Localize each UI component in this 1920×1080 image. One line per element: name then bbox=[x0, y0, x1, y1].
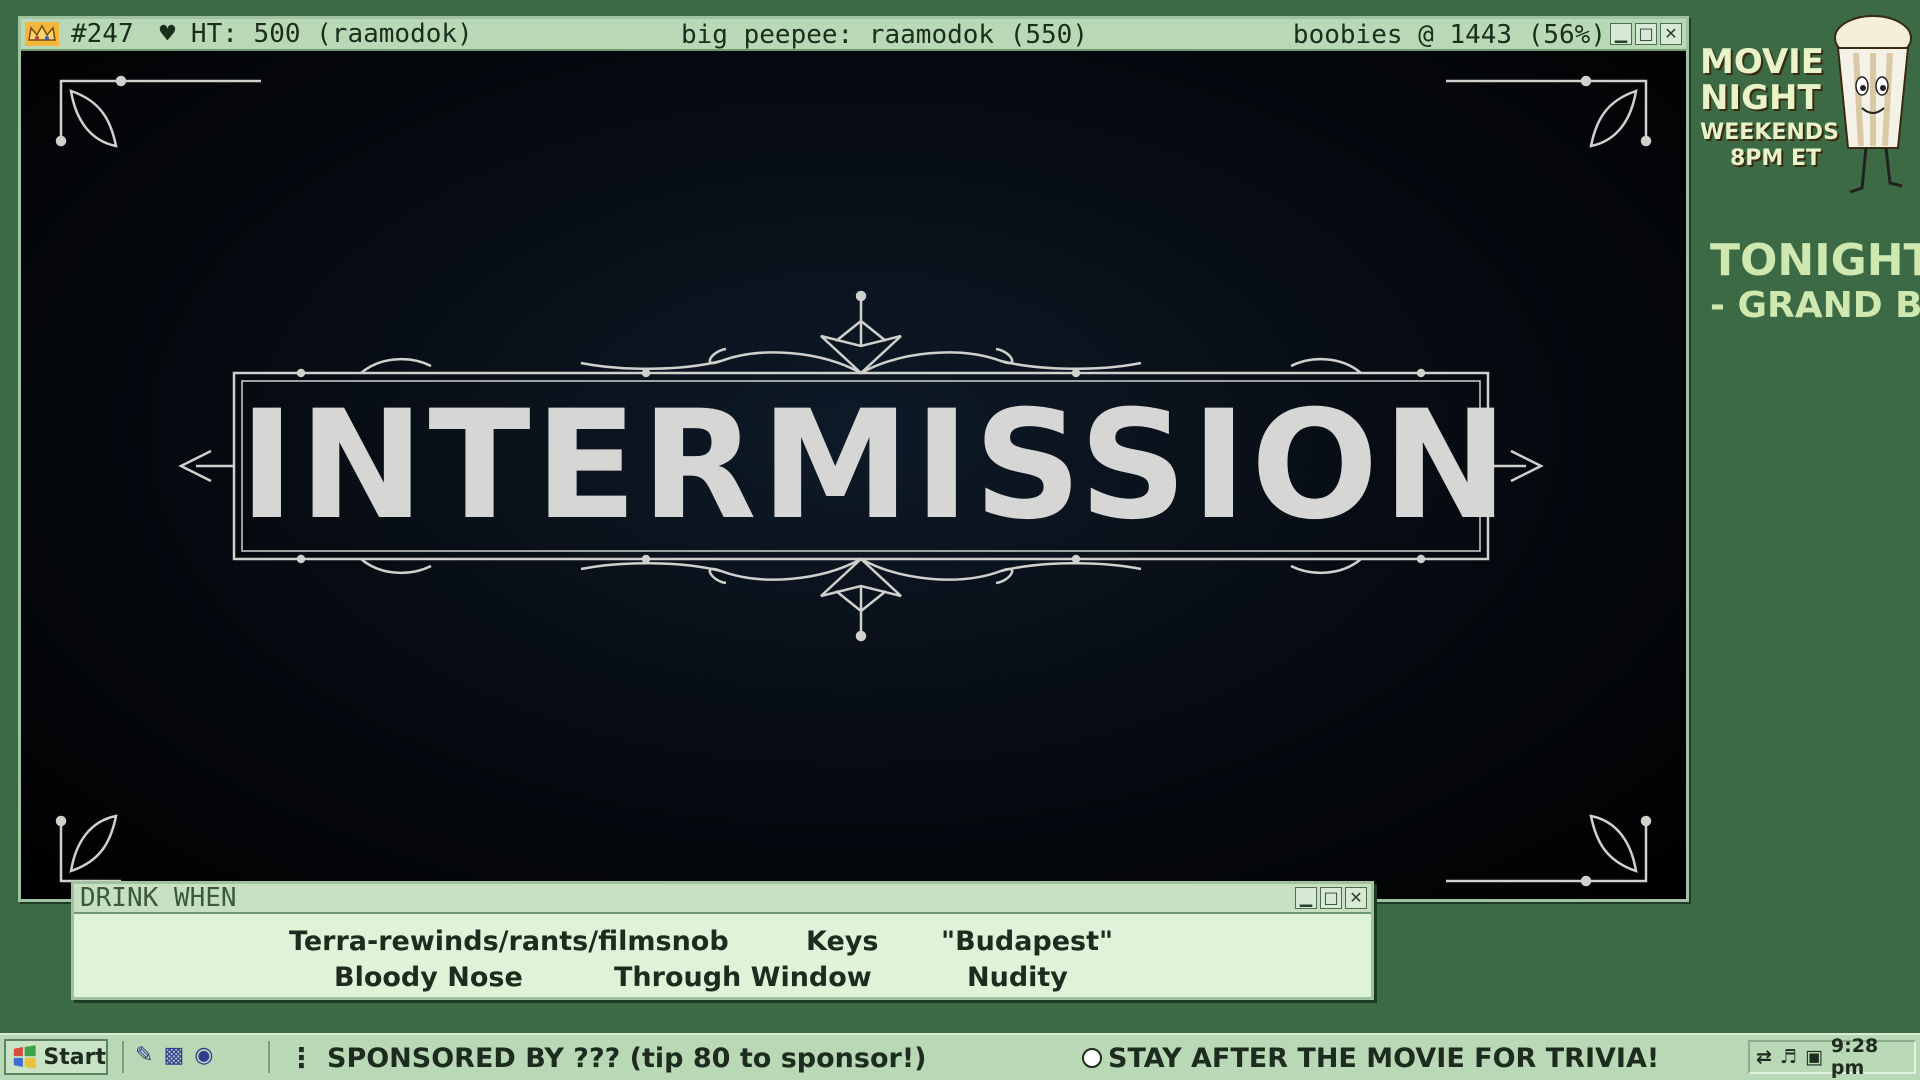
minimize-button[interactable]: ▁ bbox=[1610, 23, 1632, 45]
close-icon: ✕ bbox=[1664, 24, 1678, 43]
drink-maximize-button[interactable]: □ bbox=[1320, 887, 1342, 909]
bullet-icon bbox=[1082, 1048, 1102, 1068]
sponsor-text: SPONSORED BY ??? (tip 80 to sponsor!) bbox=[327, 1042, 927, 1074]
trivia-text: STAY AFTER THE MOVIE FOR TRIVIA! bbox=[1108, 1042, 1660, 1074]
video-frame: INTERMISSION bbox=[21, 51, 1686, 899]
desktop-icon[interactable]: ▩ bbox=[163, 1043, 184, 1068]
maximize-icon: □ bbox=[1323, 888, 1339, 907]
quick-launch: ✎ ▩ ◉ bbox=[135, 1043, 213, 1068]
system-tray: ⇄ ♬ ▣ 9:28 pm bbox=[1748, 1035, 1916, 1079]
network-icon[interactable]: ⇄ bbox=[1756, 1046, 1772, 1068]
notepad-icon[interactable]: ✎ bbox=[135, 1043, 153, 1068]
monitor-icon[interactable]: ▣ bbox=[1805, 1046, 1823, 1068]
showtime-label: 8PM ET bbox=[1730, 146, 1822, 171]
goal-progress-text: boobies @ 1443 (56%) bbox=[1292, 20, 1606, 50]
minimize-icon: ▁ bbox=[1299, 888, 1313, 907]
close-button[interactable]: ✕ bbox=[1660, 23, 1682, 45]
corner-ornament-top-right bbox=[1446, 75, 1652, 148]
drink-when-window: DRINK WHEN ▁ □ ✕ Terra-rewinds/rants/fil… bbox=[71, 881, 1374, 1000]
popcorn-mascot-icon bbox=[1834, 15, 1912, 194]
windows-logo-icon bbox=[13, 1045, 36, 1069]
taskbar: Start ✎ ▩ ◉ ⋮ SPONSORED BY ??? (tip 80 t… bbox=[0, 1033, 1920, 1080]
movie-night-line-1: MOVIE bbox=[1700, 42, 1825, 82]
drink-rule: "Budapest" bbox=[941, 926, 1114, 957]
browser-icon[interactable]: ◉ bbox=[194, 1043, 213, 1068]
drink-when-title: DRINK WHEN bbox=[80, 883, 237, 913]
stat-number: #247 bbox=[71, 19, 134, 49]
drink-rule: Terra-rewinds/rants/filmsnob bbox=[289, 926, 729, 957]
maximize-button[interactable]: □ bbox=[1635, 23, 1657, 45]
tonight-label: TONIGHT: bbox=[1710, 235, 1920, 286]
hype-train-text: ♥ HT: 500 (raamodok) bbox=[159, 19, 473, 49]
corner-ornament-bottom-right bbox=[1446, 814, 1652, 887]
drink-rule: Bloody Nose bbox=[334, 962, 523, 993]
minimize-icon: ▁ bbox=[1614, 24, 1628, 43]
trivia-ticker: STAY AFTER THE MOVIE FOR TRIVIA! bbox=[1082, 1039, 1659, 1077]
drink-rule: Nudity bbox=[967, 962, 1068, 993]
tonight-item: - GRAND BU bbox=[1710, 285, 1920, 326]
leaderboard-text: big peepee: raamodok (550) bbox=[681, 20, 1088, 50]
corner-ornament-bottom-left bbox=[55, 814, 121, 883]
video-player-window: #247 ♥ HT: 500 (raamodok) big peepee: ra… bbox=[18, 16, 1689, 902]
tonight-panel: TONIGHT: - GRAND BU bbox=[1710, 236, 1920, 326]
movie-night-logo: MOVIE NIGHT WEEKENDS 8PM ET bbox=[1700, 44, 1839, 172]
clock[interactable]: 9:28 pm bbox=[1831, 1035, 1914, 1079]
video-window-titlebar[interactable]: #247 ♥ HT: 500 (raamodok) big peepee: ra… bbox=[21, 19, 1686, 51]
drink-when-titlebar[interactable]: DRINK WHEN ▁ □ ✕ bbox=[74, 884, 1371, 914]
maximize-icon: □ bbox=[1638, 24, 1654, 43]
movie-night-line-2: NIGHT bbox=[1700, 78, 1821, 118]
weekends-label: WEEKENDS bbox=[1700, 120, 1839, 145]
taskbar-divider bbox=[122, 1041, 124, 1073]
volume-icon[interactable]: ♬ bbox=[1780, 1046, 1797, 1068]
start-label: Start bbox=[43, 1044, 106, 1070]
drink-close-button[interactable]: ✕ bbox=[1345, 887, 1367, 909]
taskbar-divider bbox=[268, 1041, 270, 1073]
corner-ornament-top-left bbox=[55, 75, 261, 148]
start-button[interactable]: Start bbox=[4, 1039, 108, 1075]
drink-rule: Through Window bbox=[614, 962, 872, 993]
drink-minimize-button[interactable]: ▁ bbox=[1295, 887, 1317, 909]
intermission-title: INTERMISSION bbox=[239, 379, 1512, 553]
sponsor-ticker: ⋮ SPONSORED BY ??? (tip 80 to sponsor!) bbox=[288, 1039, 926, 1077]
drink-rule: Keys bbox=[806, 926, 879, 957]
crown-icon bbox=[25, 22, 59, 46]
close-icon: ✕ bbox=[1349, 888, 1363, 907]
grip-icon: ⋮ bbox=[288, 1042, 315, 1074]
